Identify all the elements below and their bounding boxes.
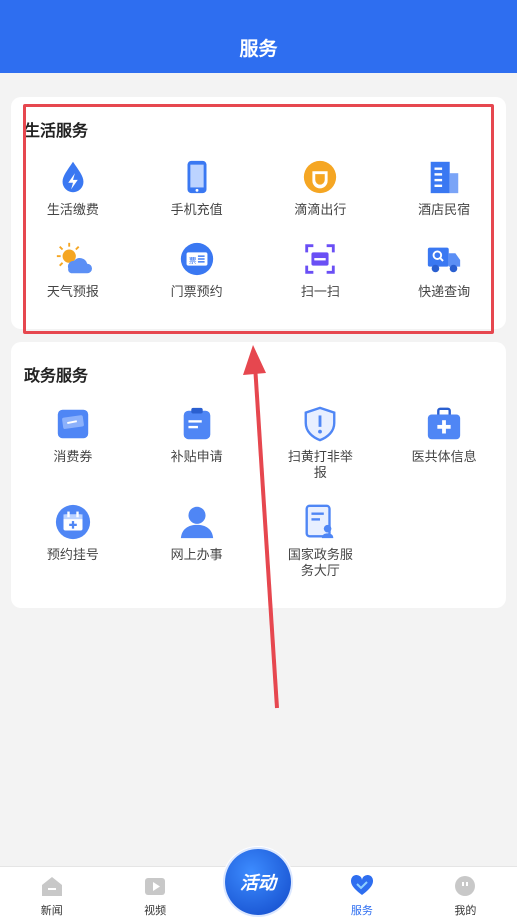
tab-news[interactable]: 新闻 — [0, 867, 103, 923]
ticket-icon: 票 — [177, 239, 217, 279]
service-hotel[interactable]: 酒店民宿 — [382, 157, 506, 219]
water-drop-bolt-icon — [53, 157, 93, 197]
service-label: 门票预约 — [170, 285, 223, 300]
service-label: 医共体信息 — [411, 450, 477, 465]
phone-icon — [177, 157, 217, 197]
person-icon — [177, 502, 217, 542]
clipboard-icon — [177, 404, 217, 444]
svg-text:票: 票 — [189, 256, 197, 265]
service-subsidy[interactable]: 补贴申请 — [135, 404, 259, 482]
tab-label: 新闻 — [40, 904, 63, 917]
service-label: 快递查询 — [418, 285, 471, 300]
gov-services-card: 政务服务 消费券 补贴申请 扫黄打非举报 医共体信息 预约挂号 网上办事 国家政… — [11, 342, 506, 608]
activity-label: 活动 — [225, 849, 291, 915]
weather-icon — [53, 239, 93, 279]
service-coupon[interactable]: 消费券 — [11, 404, 135, 482]
service-appointment[interactable]: 预约挂号 — [11, 502, 135, 580]
didi-icon — [300, 157, 340, 197]
page-title: 服务 — [239, 38, 278, 60]
tab-video[interactable]: 视频 — [103, 867, 206, 923]
service-ticket[interactable]: 票 门票预约 — [135, 239, 259, 301]
service-label: 补贴申请 — [170, 450, 223, 465]
activity-button[interactable]: 活动 — [222, 846, 294, 918]
service-gov-hall[interactable]: 国家政务服务大厅 — [259, 502, 383, 580]
scan-icon — [300, 239, 340, 279]
service-utility-payment[interactable]: 生活缴费 — [11, 157, 135, 219]
tab-label: 视频 — [144, 904, 167, 917]
tab-label: 服务 — [350, 904, 373, 917]
heart-icon — [350, 874, 373, 895]
service-delivery[interactable]: 快递查询 — [382, 239, 506, 301]
service-label: 生活缴费 — [46, 203, 99, 218]
service-weather[interactable]: 天气预报 — [11, 239, 135, 301]
service-report[interactable]: 扫黄打非举报 — [259, 404, 383, 482]
service-medical[interactable]: 医共体信息 — [382, 404, 506, 482]
life-services-title: 生活服务 — [24, 121, 89, 140]
tab-services[interactable]: 服务 — [310, 867, 413, 923]
service-scan[interactable]: 扫一扫 — [259, 239, 383, 301]
service-online[interactable]: 网上办事 — [135, 502, 259, 580]
service-label: 消费券 — [53, 450, 93, 465]
tab-mine[interactable]: 我的 — [414, 867, 517, 923]
video-icon — [145, 878, 166, 895]
home-icon — [41, 877, 62, 896]
calendar-plus-icon — [53, 502, 93, 542]
service-label: 预约挂号 — [46, 548, 99, 563]
document-person-icon — [300, 502, 340, 542]
top-header: 服务 — [0, 0, 517, 73]
delivery-truck-icon — [424, 239, 464, 279]
service-label: 手机充值 — [170, 203, 223, 218]
gov-services-title: 政务服务 — [24, 366, 89, 385]
service-label: 酒店民宿 — [418, 203, 471, 218]
service-phone-recharge[interactable]: 手机充值 — [135, 157, 259, 219]
shield-alert-icon — [300, 404, 340, 444]
service-label: 天气预报 — [46, 285, 99, 300]
coupon-icon — [53, 404, 93, 444]
service-label: 扫黄打非举报 — [287, 450, 353, 481]
medical-kit-icon — [424, 404, 464, 444]
life-services-card: 生活服务 生活缴费 手机充值 滴滴出行 酒店民宿 天气预报 票 门票预约 扫一扫… — [11, 97, 506, 329]
service-label: 扫一扫 — [300, 285, 340, 300]
hotel-building-icon — [424, 157, 464, 197]
service-label: 滴滴出行 — [294, 203, 347, 218]
service-didi[interactable]: 滴滴出行 — [259, 157, 383, 219]
face-icon — [455, 876, 476, 896]
service-label: 网上办事 — [170, 548, 223, 563]
tab-label: 我的 — [454, 904, 477, 917]
service-label: 国家政务服务大厅 — [287, 548, 353, 579]
